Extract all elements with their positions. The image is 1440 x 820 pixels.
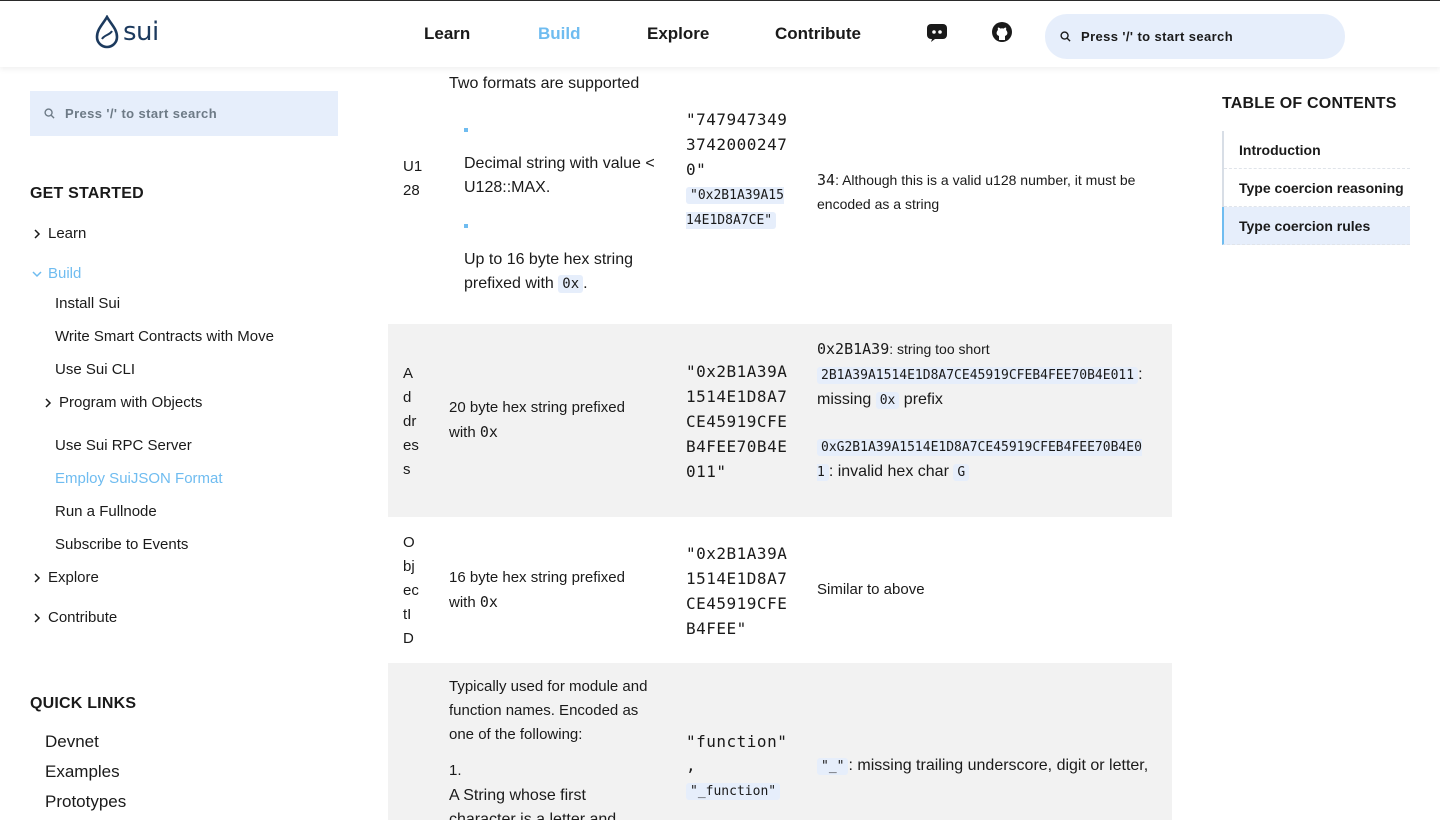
- quick-link-devnet[interactable]: Devnet: [45, 732, 99, 752]
- get-started-heading: GET STARTED: [30, 185, 144, 202]
- sidebar-item-fullnode[interactable]: Run a Fullnode: [55, 503, 157, 520]
- identifier-invalid: "_": missing trailing underscore, digit …: [817, 754, 1157, 779]
- u128-bullet-1: Decimal string with value < U128::MAX.: [464, 128, 664, 200]
- inline-code: 0x: [479, 593, 498, 611]
- nav-contribute[interactable]: Contribute: [775, 24, 861, 44]
- inline-code: "_": [817, 758, 849, 775]
- logo-text: sui: [123, 17, 159, 47]
- address-valid-example: "0x2B1A39A1514E1D8A7CE45919CFEB4FEE70B4E…: [686, 362, 788, 481]
- sidebar-item-label: Build: [48, 265, 82, 282]
- objectid-desc-text: 16 byte hex string prefixed with: [449, 569, 625, 611]
- sidebar-item-learn[interactable]: Learn: [32, 225, 86, 242]
- invalid-reason: prefix: [899, 391, 943, 408]
- toc-item-type-coercion-reasoning[interactable]: Type coercion reasoning: [1224, 169, 1410, 207]
- toc-heading: TABLE OF CONTENTS: [1222, 95, 1397, 112]
- sidebar-item-install[interactable]: Install Sui: [55, 295, 120, 312]
- sui-logo[interactable]: sui: [95, 15, 159, 49]
- chevron-right-icon: [34, 572, 41, 583]
- toc-item-introduction[interactable]: Introduction: [1224, 131, 1410, 169]
- toc-item-type-coercion-rules[interactable]: Type coercion rules: [1222, 207, 1410, 245]
- address-desc-text: 20 byte hex string prefixed with: [449, 399, 625, 441]
- u128-bullet-1-text: Decimal string with value < U128::MAX.: [464, 155, 655, 196]
- sidebar-item-cli[interactable]: Use Sui CLI: [55, 361, 135, 378]
- inline-code: 0x: [558, 275, 584, 293]
- identifier-valid-example-2: "_function": [686, 779, 788, 804]
- sidebar-item-rpc[interactable]: Use Sui RPC Server: [55, 437, 192, 454]
- quick-link-prototypes[interactable]: Prototypes: [45, 792, 126, 812]
- sidebar-search-input[interactable]: Press '/' to start search: [30, 91, 338, 136]
- sidebar-item-explore[interactable]: Explore: [32, 569, 99, 586]
- bullet-marker: [464, 224, 468, 228]
- quick-link-examples[interactable]: Examples: [45, 762, 120, 782]
- address-desc: 20 byte hex string prefixed with 0x: [449, 396, 649, 445]
- github-icon[interactable]: [991, 21, 1013, 43]
- punctuation: .: [583, 275, 588, 292]
- nav-explore[interactable]: Explore: [647, 24, 709, 44]
- chevron-right-icon: [34, 612, 41, 623]
- header-search-placeholder: Press '/' to start search: [1081, 29, 1234, 44]
- inline-code: 2B1A39A1514E1D8A7CE45919CFEB4FEE70B4E011: [817, 367, 1139, 384]
- inline-code: G: [953, 464, 970, 481]
- search-icon: [44, 108, 55, 119]
- sidebar-search-placeholder: Press '/' to start search: [65, 106, 218, 121]
- sidebar-item-contribute[interactable]: Contribute: [32, 609, 117, 626]
- type-cell-objectid: ObjectID: [403, 534, 419, 647]
- address-invalid-2: 2B1A39A1514E1D8A7CE45919CFEB4FEE70B4E011…: [817, 363, 1157, 413]
- header-search-input[interactable]: Press '/' to start search: [1045, 14, 1345, 59]
- chevron-right-icon: [45, 397, 52, 408]
- sidebar-item-label: Explore: [48, 569, 99, 586]
- identifier-valid-example-1: "function": [686, 732, 788, 751]
- objectid-desc: 16 byte hex string prefixed with 0x: [449, 566, 649, 615]
- chevron-down-icon: [32, 270, 42, 277]
- nav-learn[interactable]: Learn: [424, 24, 470, 44]
- sidebar-item-label: Program with Objects: [59, 394, 203, 411]
- sidebar-item-events[interactable]: Subscribe to Events: [55, 536, 188, 553]
- bullet-marker: [464, 128, 468, 132]
- chevron-right-icon: [34, 228, 41, 239]
- inline-code: "0x2B1A39A1514E1D8A7CE": [686, 187, 784, 229]
- type-cell-address: Address: [403, 365, 419, 478]
- u128-bullet-2: Up to 16 byte hex string prefixed with 0…: [464, 224, 664, 296]
- identifier-valid-separator: ,: [686, 756, 697, 775]
- u128-valid-example-2: "0x2B1A39A1514E1D8A7CE": [686, 183, 788, 233]
- nav-build[interactable]: Build: [538, 24, 581, 44]
- identifier-list-number: 1.: [449, 762, 462, 779]
- inline-code: 0x: [875, 392, 900, 409]
- inline-code: "_function": [686, 783, 781, 800]
- address-invalid-3: 0xG2B1A39A1514E1D8A7CE45919CFEB4FEE70B4E…: [817, 435, 1157, 485]
- sidebar-item-build[interactable]: Build: [32, 265, 81, 282]
- type-cell-u128: U128: [403, 158, 423, 199]
- sidebar-item-label: Learn: [48, 225, 87, 242]
- inline-code: 0x2B1A39: [817, 340, 890, 358]
- objectid-invalid: Similar to above: [817, 581, 925, 598]
- invalid-reason: : missing trailing underscore, digit or …: [848, 757, 1149, 774]
- invalid-reason: : string too short: [889, 341, 990, 357]
- objectid-valid-example: "0x2B1A39A1514E1D8A7CE45919CFEB4FEE": [686, 544, 788, 638]
- sidebar-item-suijson[interactable]: Employ SuiJSON Format: [55, 470, 223, 487]
- inline-code: 34: [817, 171, 836, 189]
- search-icon: [1060, 31, 1071, 42]
- discord-icon[interactable]: [926, 21, 948, 43]
- identifier-list-text: A String whose first character is a lett…: [449, 787, 617, 820]
- identifier-desc-intro: Typically used for module and function n…: [449, 678, 648, 743]
- sidebar-item-write-contracts[interactable]: Write Smart Contracts with Move: [55, 328, 274, 345]
- table-of-contents: Introduction Type coercion reasoning Typ…: [1222, 131, 1410, 245]
- quick-links-heading: QUICK LINKS: [30, 695, 137, 712]
- inline-code: 0x: [479, 423, 498, 441]
- u128-desc-intro: Two formats are supported: [449, 75, 640, 92]
- address-invalid-1: 0x2B1A39: string too short: [817, 337, 1157, 361]
- sui-drop-icon: [95, 15, 119, 49]
- sidebar-item-program-objects[interactable]: Program with Objects: [43, 394, 202, 411]
- invalid-reason: : invalid hex char: [828, 463, 954, 480]
- u128-bullet-2-text: Up to 16 byte hex string prefixed with: [464, 251, 633, 292]
- u128-invalid-example: 34: Although this is a valid u128 number…: [817, 168, 1162, 216]
- u128-valid-example-1: "7479473493742000247 0": [686, 110, 788, 179]
- invalid-reason: : Although this is a valid u128 number, …: [817, 172, 1136, 212]
- top-navbar: sui Learn Build Explore Contribute Press…: [0, 0, 1440, 67]
- sidebar-item-label: Contribute: [48, 609, 118, 626]
